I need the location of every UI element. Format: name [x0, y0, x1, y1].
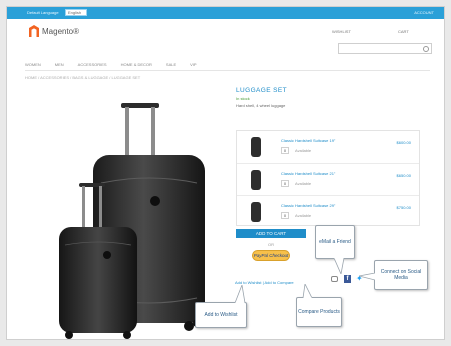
item-name[interactable]: Classic Hardshell Suitcase 21" [281, 171, 335, 176]
nav-item-accessories[interactable]: ACCESSORIES [78, 62, 107, 67]
callout-compare-products-text: Compare Products [298, 308, 340, 315]
nav-item-sale[interactable]: SALE [166, 62, 176, 67]
qty-input[interactable]: 0 [281, 212, 289, 219]
product-info: LUGGAGE SET In stock Hard shell, 4 wheel… [236, 87, 426, 108]
qty-input[interactable]: 0 [281, 147, 289, 154]
callout-compare-products-tail [302, 284, 313, 298]
top-bar: Default Language English ACCOUNT [7, 7, 444, 19]
email-icon[interactable] [331, 276, 338, 282]
callout-connect-social: Connect on Social Media [374, 260, 428, 290]
short-description: Hard shell, 4 wheel luggage [236, 103, 286, 108]
callout-compare-products: Compare Products [296, 297, 342, 327]
callout-add-wishlist-text: Add to Wishlist [204, 311, 238, 318]
or-separator: OR [268, 242, 274, 247]
main-nav: WOMEN MEN ACCESSORIES HOME & DECOR SALE … [25, 62, 197, 67]
screenshot-frame: Default Language English ACCOUNT Magento… [6, 6, 445, 340]
table-row: Classic Hardshell Suitcase 21" 0 Availab… [237, 163, 419, 196]
item-price: $600.00 [396, 140, 411, 145]
callout-connect-social-text: Connect on Social Media [380, 268, 422, 281]
grouped-product-table: Classic Hardshell Suitcase 19" 0 Availab… [236, 130, 420, 226]
search-icon[interactable] [423, 46, 429, 52]
logo-text: Magento® [42, 26, 80, 36]
item-price: $750.00 [396, 205, 411, 210]
item-availability: Available [295, 181, 312, 186]
callout-email-friend-text: eMail a Friend [319, 238, 351, 245]
callout-add-wishlist-tail [234, 285, 246, 303]
magento-logo-icon [29, 25, 39, 37]
nav-item-vip[interactable]: VIP [190, 62, 196, 67]
table-row: Classic Hardshell Suitcase 29" 0 Availab… [237, 195, 419, 228]
item-availability: Available [295, 148, 312, 153]
account-link[interactable]: ACCOUNT [414, 10, 434, 15]
callout-connect-social-tail [359, 273, 375, 281]
callout-add-wishlist: Add to Wishlist [195, 302, 247, 328]
language-select[interactable]: English [65, 9, 87, 16]
item-availability: Available [295, 213, 312, 218]
qty-input[interactable]: 0 [281, 180, 289, 187]
item-thumbnail[interactable] [251, 170, 261, 190]
item-name[interactable]: Classic Hardshell Suitcase 29" [281, 203, 335, 208]
language-label: Default Language [27, 10, 59, 15]
nav-item-home-decor[interactable]: HOME & DECOR [121, 62, 152, 67]
facebook-icon[interactable]: f [344, 275, 351, 283]
search-input[interactable] [338, 43, 432, 54]
nav-item-men[interactable]: MEN [55, 62, 64, 67]
item-price: $650.00 [396, 173, 411, 178]
nav-divider [25, 70, 430, 71]
table-row: Classic Hardshell Suitcase 19" 0 Availab… [237, 131, 419, 163]
item-thumbnail[interactable] [251, 202, 261, 222]
product-title: LUGGAGE SET [236, 87, 287, 94]
breadcrumb[interactable]: HOME / ACCESSORIES / BAGS & LUGGAGE / LU… [25, 75, 140, 80]
logo[interactable]: Magento® [29, 25, 79, 37]
paypal-checkout-button[interactable]: PayPal Checkout [252, 250, 290, 261]
item-name[interactable]: Classic Hardshell Suitcase 19" [281, 138, 335, 143]
wishlist-link[interactable]: WISHLIST [332, 29, 351, 34]
callout-email-friend-tail [334, 258, 345, 274]
add-to-cart-button[interactable]: ADD TO CART [236, 229, 306, 238]
item-thumbnail[interactable] [251, 137, 261, 157]
callout-email-friend: eMail a Friend [315, 225, 355, 259]
stock-status: In stock [236, 96, 250, 101]
cart-link[interactable]: CART [398, 29, 409, 34]
nav-item-women[interactable]: WOMEN [25, 62, 41, 67]
